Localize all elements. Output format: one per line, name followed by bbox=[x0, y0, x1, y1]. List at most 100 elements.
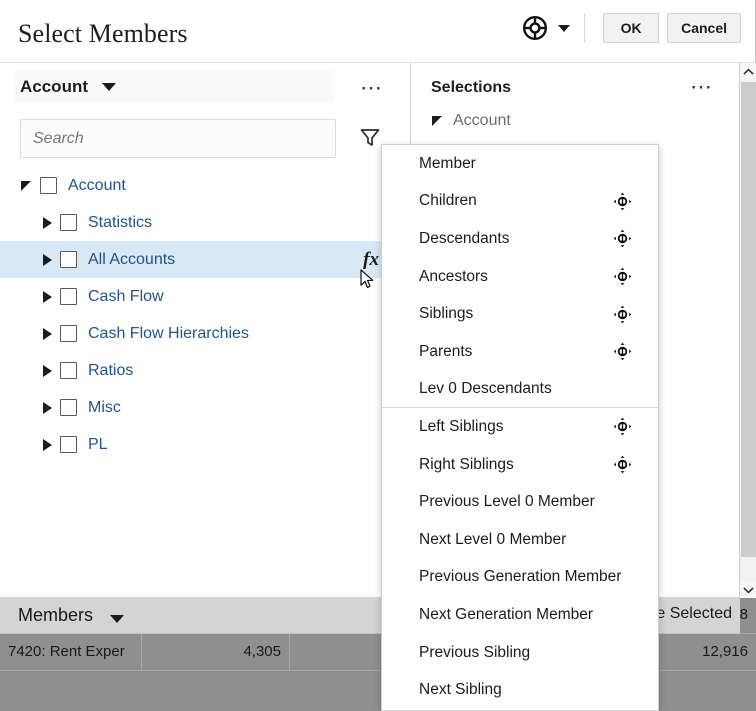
menu-item-previous-level-0-member[interactable]: Previous Level 0 Member bbox=[382, 483, 658, 521]
relation-anchor-icon[interactable] bbox=[612, 229, 632, 249]
chevron-down-icon[interactable] bbox=[102, 83, 116, 91]
tree-node-misc[interactable]: Misc bbox=[0, 389, 409, 426]
formula-fx-icon[interactable]: fx bbox=[363, 249, 379, 271]
chevron-down-icon[interactable] bbox=[558, 25, 570, 32]
menu-item-next-sibling[interactable]: Next Sibling bbox=[382, 671, 658, 709]
tree-node-checkbox[interactable] bbox=[40, 177, 57, 194]
triangle-collapsed-icon[interactable] bbox=[40, 438, 54, 452]
tree-node-checkbox[interactable] bbox=[60, 436, 77, 453]
tree-node-label: Misc bbox=[88, 399, 121, 417]
select-members-screen: 7410: Utilities 20,123 60,368 7420: Rent… bbox=[0, 0, 756, 711]
member-tree-pane: Account ⋯ Account Statist bbox=[0, 62, 409, 598]
tree-node-label: Ratios bbox=[88, 362, 133, 380]
triangle-collapsed-icon[interactable] bbox=[40, 364, 54, 378]
tree-node-checkbox[interactable] bbox=[60, 288, 77, 305]
menu-item-next-level-0-member[interactable]: Next Level 0 Member bbox=[382, 521, 658, 559]
header-divider bbox=[584, 13, 585, 43]
menu-item-next-generation-member[interactable]: Next Generation Member bbox=[382, 596, 658, 634]
member-relation-menu: Member Children Descendants Ancestors Siblin… bbox=[381, 144, 659, 711]
menu-item-member[interactable]: Member bbox=[382, 145, 658, 183]
menu-item-label: Previous Sibling bbox=[419, 644, 644, 662]
menu-item-label: Descendants bbox=[419, 230, 612, 248]
ok-button[interactable]: OK bbox=[603, 13, 659, 43]
triangle-collapsed-icon[interactable] bbox=[40, 290, 54, 304]
selections-root-node[interactable]: Account bbox=[431, 112, 511, 130]
none-selected-label: ne Selected bbox=[647, 605, 732, 623]
menu-item-label: Previous Generation Member bbox=[419, 568, 644, 586]
ellipsis-horizontal-icon[interactable]: ⋯ bbox=[360, 83, 384, 93]
selections-root-label: Account bbox=[453, 112, 511, 130]
tree-node-statistics[interactable]: Statistics bbox=[0, 204, 409, 241]
menu-item-label: Left Siblings bbox=[419, 418, 612, 436]
page-title: Select Members bbox=[18, 19, 188, 49]
tree-node-all-accounts[interactable]: All Accounts fx bbox=[0, 241, 409, 278]
tree-node-checkbox[interactable] bbox=[60, 214, 77, 231]
chevron-down-icon[interactable] bbox=[740, 581, 756, 598]
dimension-selector[interactable]: Account bbox=[14, 71, 334, 103]
menu-item-label: Previous Level 0 Member bbox=[419, 493, 644, 511]
ellipsis-horizontal-icon[interactable]: ⋯ bbox=[690, 82, 714, 92]
member-tree: Account Statistics All Accounts fx Ca bbox=[0, 167, 409, 598]
triangle-collapsed-icon[interactable] bbox=[40, 253, 54, 267]
triangle-collapsed-icon[interactable] bbox=[40, 327, 54, 341]
members-label: Members bbox=[18, 605, 93, 626]
menu-item-label: Siblings bbox=[419, 305, 612, 323]
tree-node-checkbox[interactable] bbox=[60, 362, 77, 379]
tree-node-account[interactable]: Account bbox=[0, 167, 409, 204]
tree-node-checkbox[interactable] bbox=[60, 325, 77, 342]
grid-cell-blank bbox=[290, 634, 386, 670]
scrollbar-thumb[interactable] bbox=[741, 82, 756, 557]
relation-anchor-icon[interactable] bbox=[612, 304, 632, 324]
menu-item-label: Next Generation Member bbox=[419, 606, 644, 624]
menu-item-parents[interactable]: Parents bbox=[382, 333, 658, 371]
triangle-collapsed-icon[interactable] bbox=[40, 401, 54, 415]
tree-node-pl[interactable]: PL bbox=[0, 426, 409, 463]
dialog-header-actions: OK Cancel bbox=[521, 13, 741, 43]
chevron-down-icon[interactable] bbox=[110, 615, 124, 623]
menu-item-previous-sibling[interactable]: Previous Sibling bbox=[382, 634, 658, 672]
tree-node-checkbox[interactable] bbox=[60, 251, 77, 268]
relation-anchor-icon[interactable] bbox=[612, 267, 632, 287]
menu-item-siblings[interactable]: Siblings bbox=[382, 295, 658, 333]
selections-scrollbar[interactable] bbox=[739, 63, 756, 598]
relation-anchor-icon[interactable] bbox=[612, 455, 632, 475]
dimension-label: Account bbox=[20, 77, 88, 97]
selections-title: Selections bbox=[431, 79, 511, 97]
grid-cell-value: 4,305 bbox=[142, 634, 290, 670]
menu-item-descendants[interactable]: Descendants bbox=[382, 220, 658, 258]
grid-cell-name: 7420: Rent Exper bbox=[0, 634, 142, 670]
cancel-button[interactable]: Cancel bbox=[667, 13, 741, 43]
tree-node-checkbox[interactable] bbox=[60, 399, 77, 416]
menu-item-lev-0-descendants[interactable]: Lev 0 Descendants bbox=[382, 371, 658, 409]
triangle-expanded-icon[interactable] bbox=[20, 179, 34, 193]
relation-anchor-icon[interactable] bbox=[612, 342, 632, 362]
tree-node-cash-flow[interactable]: Cash Flow bbox=[0, 278, 409, 315]
dialog-header: Select Members OK Cancel bbox=[0, 0, 755, 62]
menu-item-label: Member bbox=[419, 155, 644, 173]
search-input[interactable] bbox=[20, 119, 336, 158]
menu-item-label: Lev 0 Descendants bbox=[419, 380, 644, 398]
menu-item-children[interactable]: Children bbox=[382, 183, 658, 221]
menu-item-right-siblings[interactable]: Right Siblings bbox=[382, 446, 658, 484]
tree-node-ratios[interactable]: Ratios bbox=[0, 352, 409, 389]
chevron-up-icon[interactable] bbox=[740, 63, 756, 81]
tree-node-cash-flow-hierarchies[interactable]: Cash Flow Hierarchies bbox=[0, 315, 409, 352]
menu-item-label: Right Siblings bbox=[419, 456, 612, 474]
menu-item-left-siblings[interactable]: Left Siblings bbox=[382, 408, 658, 446]
tree-node-label: All Accounts bbox=[88, 251, 175, 269]
tree-node-label: Statistics bbox=[88, 214, 152, 232]
lifesaver-help-icon[interactable] bbox=[521, 14, 549, 42]
menu-item-ancestors[interactable]: Ancestors bbox=[382, 258, 658, 296]
menu-item-label: Children bbox=[419, 192, 612, 210]
menu-item-previous-generation-member[interactable]: Previous Generation Member bbox=[382, 559, 658, 597]
tree-node-label: PL bbox=[88, 436, 108, 454]
menu-item-label: Next Level 0 Member bbox=[419, 531, 644, 549]
relation-anchor-icon[interactable] bbox=[612, 417, 632, 437]
relation-anchor-icon[interactable] bbox=[612, 191, 632, 211]
triangle-expanded-icon[interactable] bbox=[431, 114, 445, 128]
tree-node-label: Cash Flow bbox=[88, 288, 164, 306]
tree-node-label: Cash Flow Hierarchies bbox=[88, 325, 249, 343]
triangle-collapsed-icon[interactable] bbox=[40, 216, 54, 230]
menu-item-label: Next Sibling bbox=[419, 681, 644, 699]
menu-item-label: Ancestors bbox=[419, 268, 612, 286]
